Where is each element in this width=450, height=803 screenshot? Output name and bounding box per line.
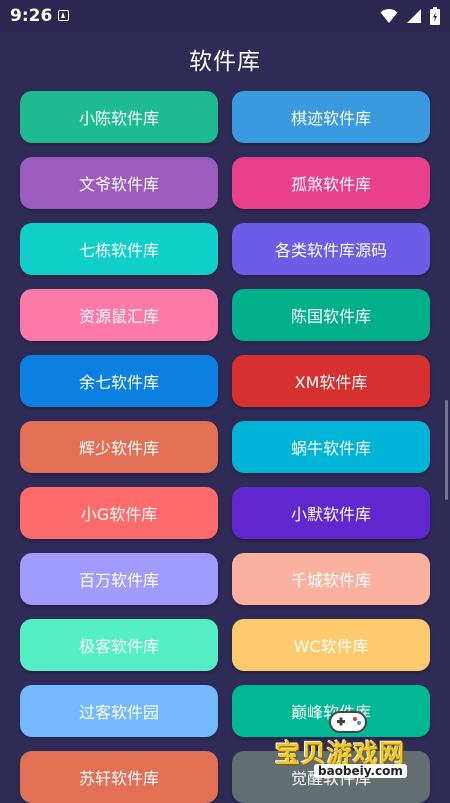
library-grid: 小陈软件库 棋迹软件库 文爷软件库 孤煞软件库 七栋软件库 各类软件库源码 资源…	[20, 91, 430, 803]
library-button[interactable]: 小默软件库	[232, 487, 430, 539]
library-button[interactable]: XM软件库	[232, 355, 430, 407]
library-button[interactable]: 各类软件库源码	[232, 223, 430, 275]
scrollbar-thumb[interactable]	[445, 400, 448, 500]
library-button[interactable]: 蜗牛软件库	[232, 421, 430, 473]
status-icons	[380, 6, 440, 26]
library-button[interactable]: 百万软件库	[20, 553, 218, 605]
wifi-icon	[380, 8, 398, 23]
library-button[interactable]: 棋迹软件库	[232, 91, 430, 143]
status-bar: 9:26	[0, 0, 450, 32]
library-button[interactable]: 七栋软件库	[20, 223, 218, 275]
library-button[interactable]: 陈国软件库	[232, 289, 430, 341]
app-notification-icon	[58, 10, 69, 21]
library-button[interactable]: 过客软件园	[20, 685, 218, 737]
signal-icon	[407, 9, 421, 23]
watermark-url: baobeiy.com	[314, 764, 407, 778]
status-time: 9:26	[10, 6, 53, 26]
library-button[interactable]: 极客软件库	[20, 619, 218, 671]
battery-icon	[430, 7, 440, 25]
library-button[interactable]: 孤煞软件库	[232, 157, 430, 209]
library-button[interactable]: 资源鼠汇库	[20, 289, 218, 341]
library-button[interactable]: 小陈软件库	[20, 91, 218, 143]
library-button[interactable]: 苏轩软件库	[20, 751, 218, 803]
library-button[interactable]: 千城软件库	[232, 553, 430, 605]
library-button[interactable]: 小G软件库	[20, 487, 218, 539]
library-button[interactable]: WC软件库	[232, 619, 430, 671]
library-button[interactable]: 余七软件库	[20, 355, 218, 407]
gamepad-icon	[329, 711, 367, 733]
library-button[interactable]: 辉少软件库	[20, 421, 218, 473]
library-button[interactable]: 文爷软件库	[20, 157, 218, 209]
page-title: 软件库	[189, 49, 261, 75]
watermark-logo: 宝贝游戏网 baobeiy.com	[272, 706, 422, 790]
